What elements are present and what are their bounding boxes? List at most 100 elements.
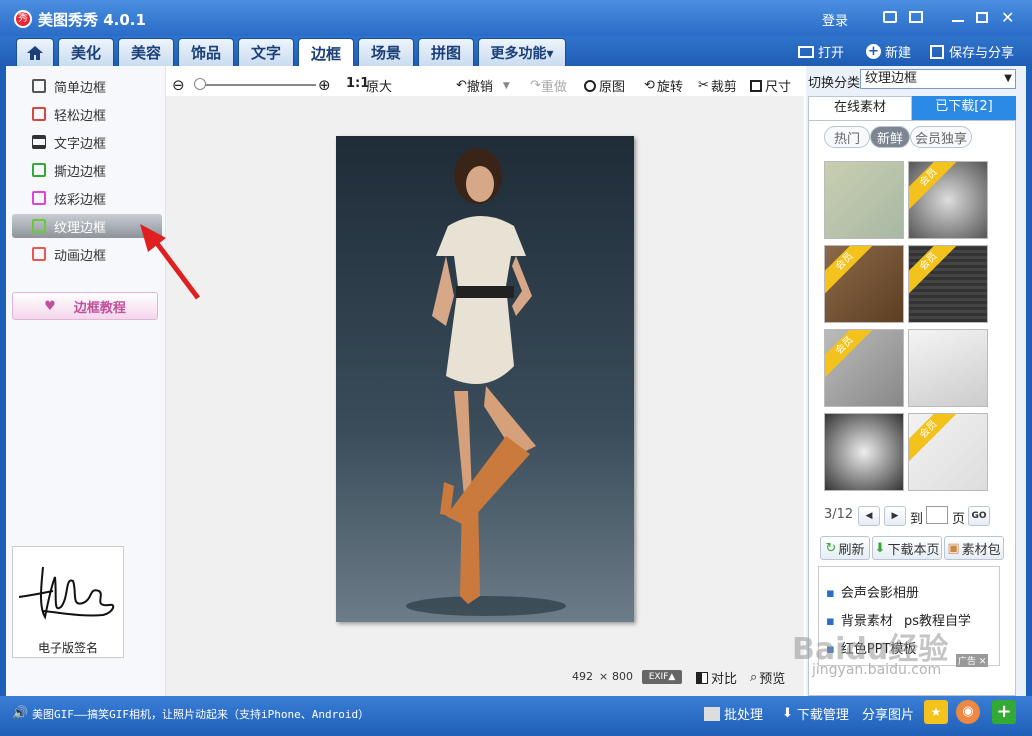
zoom-in-icon[interactable]: ⊕ [318,76,331,94]
weibo-icon[interactable]: ◉ [956,700,980,724]
colorful-border-icon [32,191,46,205]
category-select[interactable]: 纹理边框 ▼ [860,69,1016,89]
open-button[interactable]: 打开 [798,42,844,61]
download-icon: ⬇ [874,540,886,556]
ad-tag[interactable]: 广告 ✕ [956,654,989,667]
filter-hot[interactable]: 热门 [824,126,870,148]
close-icon[interactable]: ✕ [1001,8,1014,27]
undo-button[interactable]: ↶ 撤销 ▼ [456,76,510,95]
tab-scene[interactable]: 场景 [358,38,414,66]
texture-thumb-4[interactable]: 会员 [908,245,988,323]
torn-border-icon [32,163,46,177]
tab-online-materials[interactable]: 在线素材 [808,96,912,120]
menu-colorful-border[interactable]: 炫彩边框 [12,186,162,210]
new-button[interactable]: + 新建 [866,42,911,61]
feedback-icon[interactable] [883,11,897,23]
material-pack-button[interactable]: ▣ 素材包 [944,536,1004,560]
tab-home[interactable] [16,38,54,66]
zoom-out-icon[interactable]: ⊖ [172,76,185,94]
maximize-icon[interactable] [976,12,988,23]
signature-box[interactable]: 电子版签名 [12,546,124,658]
package-icon: ▣ [947,540,960,556]
ad-tag-label: 广告 [958,657,977,667]
animated-border-icon [32,247,46,261]
category-label: 切换分类 [808,76,861,91]
photo-image [406,148,566,616]
member-ribbon: 会员 [909,246,963,296]
menu-text-border[interactable]: 文字边框 [12,130,162,154]
save-share-button[interactable]: 保存与分享 [930,42,1014,61]
next-page-button[interactable]: ▶ [884,506,906,526]
resize-button[interactable]: 尺寸 [750,76,791,95]
circle-icon [584,79,596,92]
share-image-button[interactable]: 分享图片 [862,704,914,723]
star-icon[interactable]: ★ [924,700,948,724]
image-height: 800 [612,670,633,683]
menu-easy-border[interactable]: 轻松边框 [12,102,162,126]
download-page-button[interactable]: ⬇ 下载本页 [872,536,942,560]
texture-thumb-7[interactable] [824,413,904,491]
ad-link[interactable]: ▪ 会声会影相册 [826,582,919,601]
material-panel: 切换分类 纹理边框 ▼ 在线素材 已下载[2] 热门 新鲜 会员独享 会员 会员 … [806,66,1026,696]
goto-label: 到 [910,512,924,527]
menu-label: 轻松边框 [54,108,107,124]
resize-label: 尺寸 [765,80,792,95]
filter-new[interactable]: 新鲜 [870,126,910,148]
tab-beauty[interactable]: 美容 [118,38,174,66]
tab-downloaded[interactable]: 已下载[2] [912,96,1016,120]
preview-button[interactable]: ⌕ 预览 [750,668,785,687]
download-manager-button[interactable]: ⬇ 下载管理 [782,704,849,723]
resize-icon [750,79,762,92]
redo-button[interactable]: ↷ 重做 [530,76,567,95]
texture-thumb-6[interactable] [908,329,988,407]
minimize-icon[interactable] [952,20,964,22]
status-message[interactable]: 美图GIF——搞笑GIF相机，让照片动起来（支持iPhone、Android） [32,706,369,722]
compare-button[interactable]: 对比 [696,668,737,687]
speaker-icon: 🔊 [12,706,29,721]
tab-border[interactable]: 边框 [298,38,354,67]
exif-button[interactable]: EXIF▲ [642,670,682,684]
pack-label: 素材包 [961,542,1001,558]
menu-simple-border[interactable]: 简单边框 [12,74,162,98]
batch-icon [704,706,720,721]
tab-text[interactable]: 文字 [238,38,294,66]
crop-button[interactable]: ✂ 裁剪 [698,76,737,95]
dropdown-arrow-icon[interactable]: ▼ [503,81,510,91]
photo-canvas[interactable] [336,136,634,622]
tab-collage[interactable]: 拼图 [418,38,474,66]
login-link[interactable]: 登录 [822,10,848,29]
add-icon[interactable]: + [992,700,1016,724]
crop-label: 裁剪 [710,80,737,95]
signature-caption: 电子版签名 [37,641,98,655]
texture-thumb-8[interactable]: 会员 [908,413,988,491]
refresh-icon: ↻ [825,540,837,556]
texture-thumb-3[interactable]: 会员 [824,245,904,323]
go-button[interactable]: GO [968,506,990,526]
menu-icon[interactable] [909,11,923,23]
menu-torn-border[interactable]: 撕边边框 [12,158,162,182]
zoom-slider[interactable] [196,84,316,86]
scissors-icon: ✂ [698,78,709,93]
texture-thumb-5[interactable]: 会员 [824,329,904,407]
ad-text: 会声会影相册 [840,586,919,601]
texture-thumb-1[interactable] [824,161,904,239]
menu-label: 文字边框 [54,136,107,152]
border-category-panel: 简单边框 轻松边框 文字边框 撕边边框 炫彩边框 纹理边框 动画边框 ♥ 边框教程… [6,66,166,696]
app-logo-icon: 秀 [14,10,32,28]
texture-thumb-2[interactable]: 会员 [908,161,988,239]
refresh-button[interactable]: ↻ 刷新 [820,536,870,560]
download-page-label: 下载本页 [887,542,940,558]
batch-label: 批处理 [724,708,764,723]
page-input[interactable] [926,506,948,524]
prev-page-button[interactable]: ◀ [858,506,880,526]
original-button[interactable]: 原图 [584,76,625,95]
bullet-icon: ▪ [826,586,835,601]
filter-members[interactable]: 会员独享 [910,126,972,148]
zoom-slider-handle[interactable] [194,78,206,90]
batch-button[interactable]: 批处理 [704,704,763,723]
tab-more[interactable]: 更多功能▾ [478,38,566,66]
tab-decor[interactable]: 饰品 [178,38,234,66]
original-size-button[interactable]: 原大 [366,76,392,95]
rotate-button[interactable]: ⟲ 旋转 [644,76,683,95]
tab-beautify[interactable]: 美化 [58,38,114,66]
